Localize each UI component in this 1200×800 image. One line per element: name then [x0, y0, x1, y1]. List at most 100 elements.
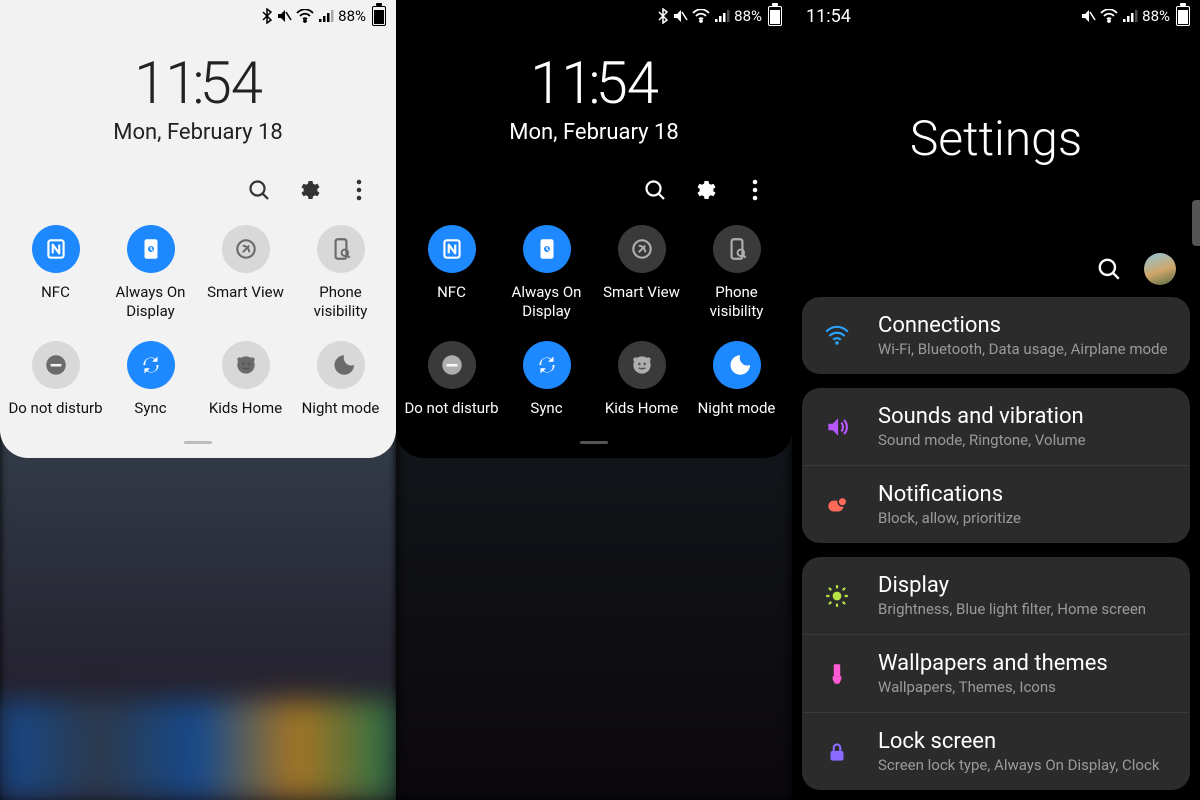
- display-icon: [816, 583, 858, 609]
- wifi-icon: [1100, 9, 1118, 23]
- quick-tiles: NFCAlways On Display Smart View Phone visi…: [396, 211, 792, 423]
- gear-icon[interactable]: [296, 177, 322, 203]
- tile-label: Night mode: [302, 399, 380, 418]
- tile-smartview[interactable]: Smart View: [594, 225, 689, 321]
- tile-phonevis[interactable]: Phone visibility: [689, 225, 784, 321]
- settings-row-lockscreen[interactable]: Lock screen Screen lock type, Always On D…: [802, 712, 1190, 790]
- phonevis-icon: [317, 225, 365, 273]
- tile-label: Sync: [134, 399, 166, 418]
- panel-handle[interactable]: [184, 441, 212, 444]
- nfc-icon: [428, 225, 476, 273]
- settings-row-connections[interactable]: Connections Wi-Fi, Bluetooth, Data usage,…: [802, 297, 1190, 374]
- row-subtitle: Screen lock type, Always On Display, Clo…: [878, 756, 1170, 774]
- wifi-icon: [692, 9, 710, 23]
- battery-percent: 88%: [338, 7, 366, 25]
- nightmode-icon: [713, 341, 761, 389]
- mute-icon: [1080, 9, 1096, 23]
- sync-icon: [127, 341, 175, 389]
- row-title: Connections: [878, 313, 1170, 338]
- lockscreen-icon: [816, 739, 858, 765]
- tile-label: Do not disturb: [8, 399, 102, 418]
- nfc-icon: [32, 225, 80, 273]
- tile-nfc[interactable]: NFC: [8, 225, 103, 321]
- sync-icon: [523, 341, 571, 389]
- scrollbar[interactable]: [1192, 200, 1200, 246]
- tile-aod[interactable]: Always On Display: [103, 225, 198, 321]
- row-subtitle: Block, allow, prioritize: [878, 509, 1170, 527]
- gear-icon[interactable]: [692, 177, 718, 203]
- more-icon[interactable]: [742, 177, 768, 203]
- tile-phonevis[interactable]: Phone visibility: [293, 225, 388, 321]
- row-title: Wallpapers and themes: [878, 651, 1170, 676]
- status-bar: 11:54 88%: [792, 0, 1200, 32]
- tile-nightmode[interactable]: Night mode: [293, 341, 388, 418]
- settings-row-sounds[interactable]: Sounds and vibrationSound mode, Ringtone…: [802, 388, 1190, 465]
- kidshome-icon: [222, 341, 270, 389]
- page-title: Settings: [792, 110, 1200, 167]
- tile-label: Sync: [530, 399, 562, 418]
- sounds-icon: [816, 414, 858, 440]
- settings-actions: [792, 167, 1200, 297]
- clock-hour: 11: [134, 50, 196, 118]
- connections-icon: [816, 323, 858, 349]
- aod-icon: [127, 225, 175, 273]
- clock-minute: 54: [200, 50, 262, 118]
- clock-hour: 11: [530, 50, 592, 118]
- panel-handle[interactable]: [580, 441, 608, 444]
- status-bar: 88%: [0, 0, 396, 32]
- search-icon[interactable]: [642, 177, 668, 203]
- aod-icon: [523, 225, 571, 273]
- quick-panel-light: 88% 11:54 Mon, February 18 NFC Always On …: [0, 0, 396, 458]
- status-bar: 88%: [396, 0, 792, 32]
- tile-kidshome[interactable]: Kids Home: [198, 341, 293, 418]
- search-icon[interactable]: [246, 177, 272, 203]
- tile-label: NFC: [41, 283, 70, 302]
- clock-time: 11:54: [0, 50, 396, 118]
- tile-sync[interactable]: Sync: [103, 341, 198, 418]
- tile-nightmode[interactable]: Night mode: [689, 341, 784, 418]
- tile-label: Phone visibility: [293, 283, 388, 321]
- settings-card: Connections Wi-Fi, Bluetooth, Data usage,…: [802, 297, 1190, 374]
- more-icon[interactable]: [346, 177, 372, 203]
- settings-row-wallpapers[interactable]: Wallpapers and themes Wallpapers, Themes,…: [802, 634, 1190, 712]
- nightmode-icon: [317, 341, 365, 389]
- phonevis-icon: [713, 225, 761, 273]
- row-subtitle: Wallpapers, Themes, Icons: [878, 678, 1170, 696]
- clock-area: 11:54 Mon, February 18: [396, 32, 792, 155]
- settings-list: Connections Wi-Fi, Bluetooth, Data usage,…: [792, 297, 1200, 790]
- tile-nfc[interactable]: NFC: [404, 225, 499, 321]
- tile-label: Smart View: [207, 283, 284, 302]
- tile-kidshome[interactable]: Kids Home: [594, 341, 689, 418]
- clock-minute: 54: [596, 50, 658, 118]
- settings-row-display[interactable]: Display Brightness, Blue light filter, Ho…: [802, 557, 1190, 634]
- tile-sync[interactable]: Sync: [499, 341, 594, 418]
- tile-aod[interactable]: Always On Display: [499, 225, 594, 321]
- battery-icon: [1176, 6, 1190, 26]
- search-icon[interactable]: [1096, 256, 1122, 282]
- wifi-icon: [296, 9, 314, 23]
- tile-dnd[interactable]: Do not disturb: [404, 341, 499, 418]
- signal-icon: [714, 9, 730, 23]
- settings-row-notif[interactable]: NotificationsBlock, allow, prioritize: [802, 465, 1190, 543]
- quickpanel-actions: [396, 155, 792, 211]
- battery-percent: 88%: [1142, 7, 1170, 25]
- kidshome-icon: [618, 341, 666, 389]
- tile-smartview[interactable]: Smart View: [198, 225, 293, 321]
- dnd-icon: [32, 341, 80, 389]
- tile-label: Always On Display: [499, 283, 594, 321]
- signal-icon: [318, 9, 334, 23]
- mute-icon: [672, 9, 688, 23]
- settings-card: Display Brightness, Blue light filter, Ho…: [802, 557, 1190, 790]
- avatar[interactable]: [1144, 253, 1176, 285]
- bluetooth-icon: [262, 8, 272, 24]
- tile-dnd[interactable]: Do not disturb: [8, 341, 103, 418]
- wallpapers-icon: [816, 661, 858, 687]
- row-title: Display: [878, 573, 1170, 598]
- row-subtitle: Wi-Fi, Bluetooth, Data usage, Airplane m…: [878, 340, 1170, 358]
- battery-icon: [372, 6, 386, 26]
- row-subtitle: Brightness, Blue light filter, Home scre…: [878, 600, 1170, 618]
- tile-label: Smart View: [603, 283, 680, 302]
- clock-date: Mon, February 18: [0, 120, 396, 145]
- row-title: Lock screen: [878, 729, 1170, 754]
- tile-label: Night mode: [698, 399, 776, 418]
